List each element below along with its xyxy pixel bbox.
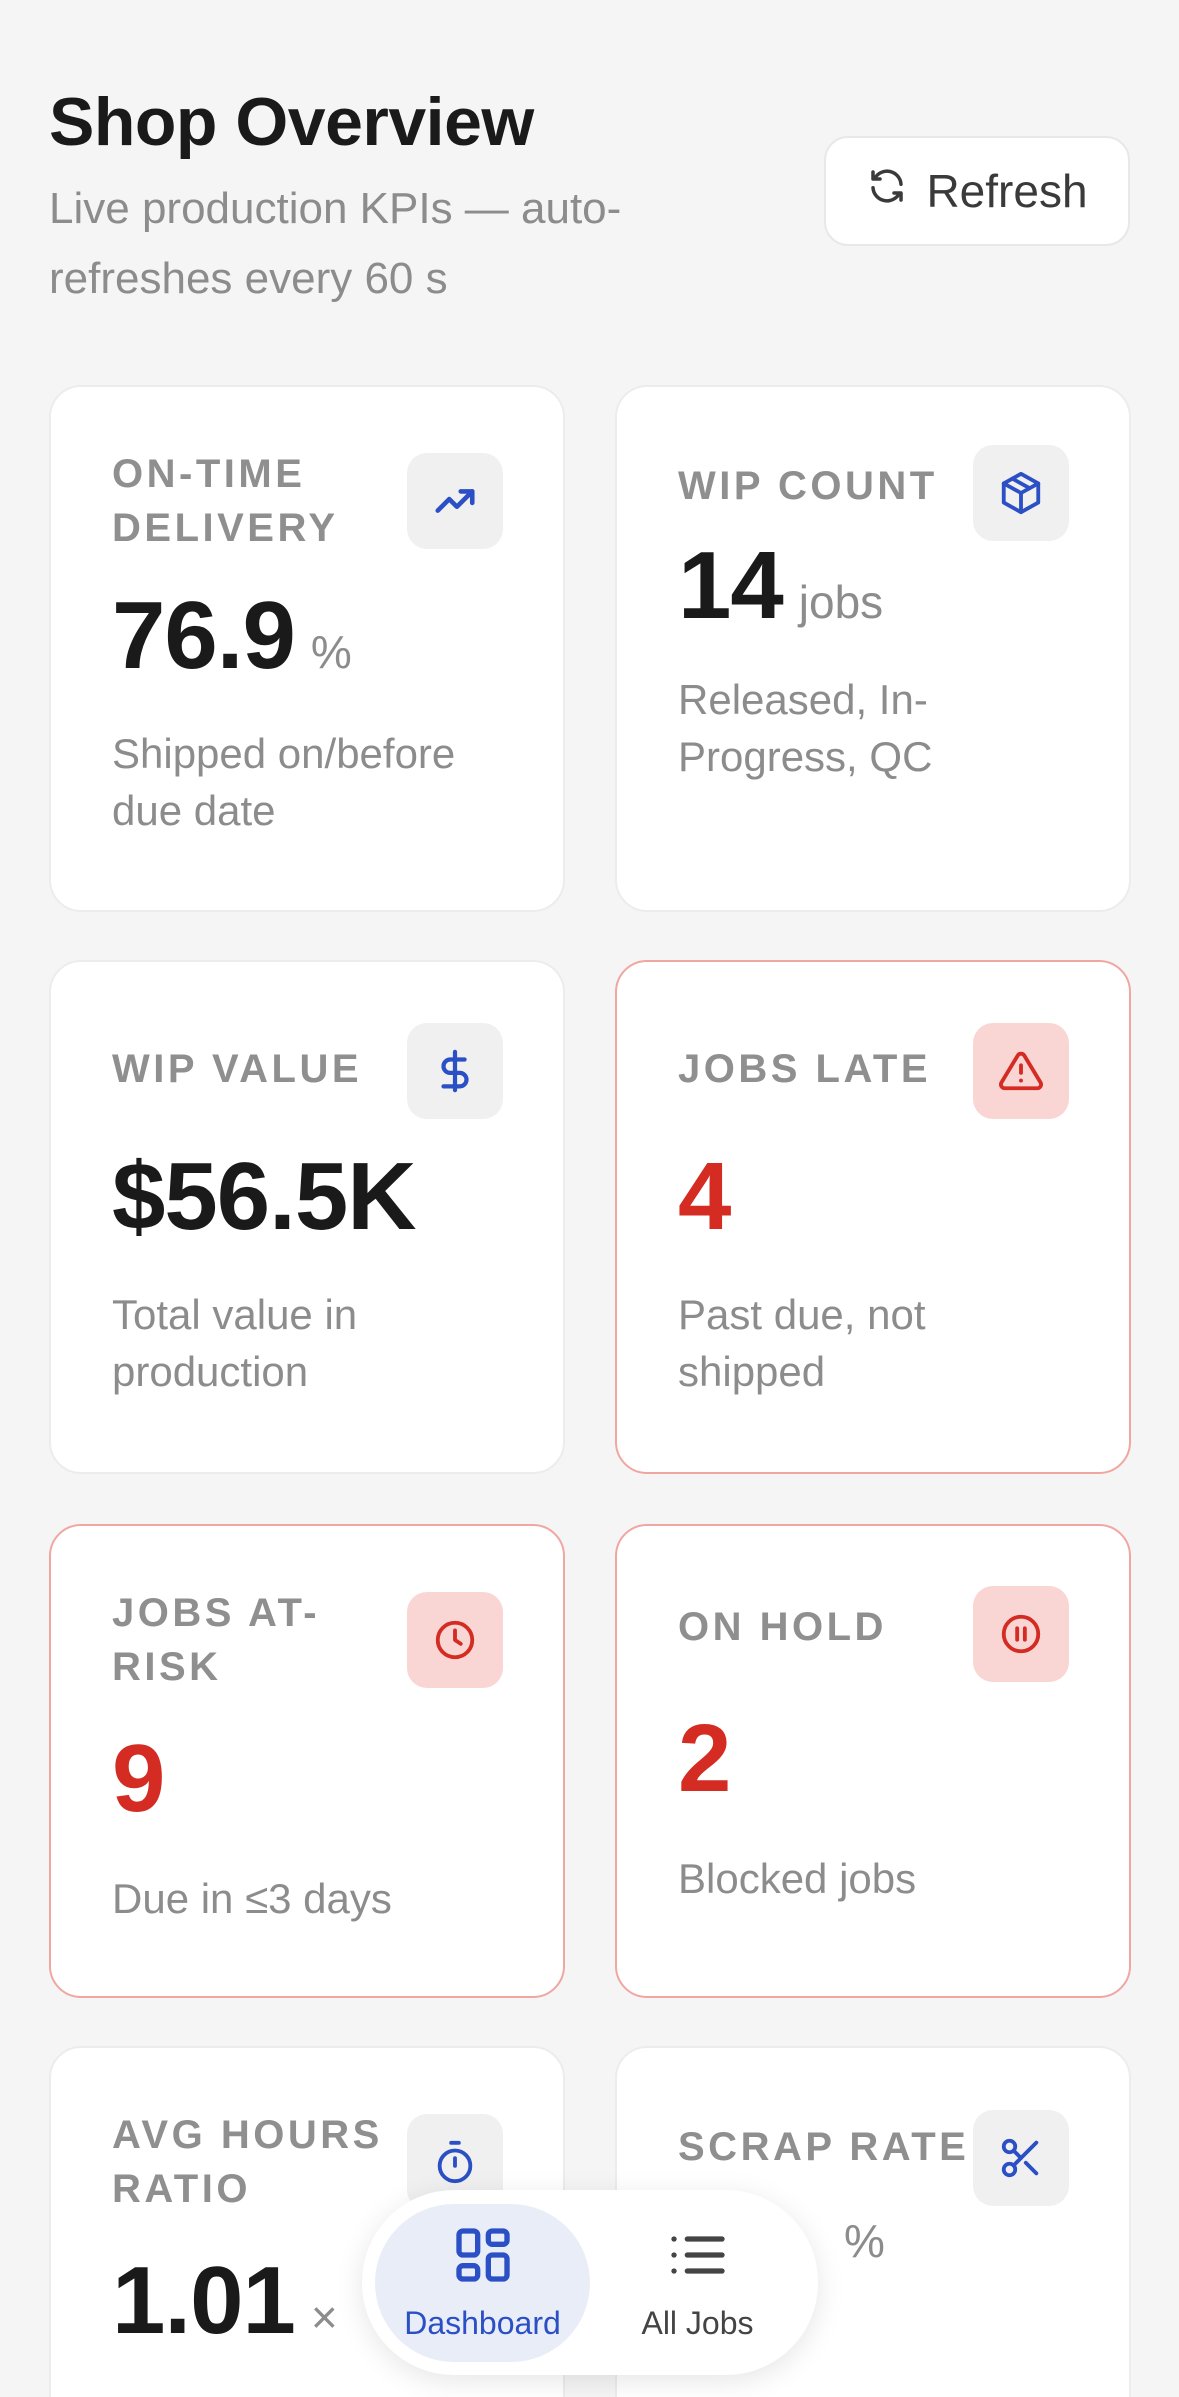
kpi-unit: % [844,2215,885,2267]
kpi-card-wip-value[interactable]: WIP VALUE $56.5K Total value in producti… [49,960,565,1474]
scissors-icon [973,2110,1069,2206]
kpi-unit: × [310,2291,338,2343]
refresh-button-label: Refresh [926,165,1088,217]
clock-icon [407,1592,503,1688]
kpi-card-jobs-at-risk[interactable]: JOBS AT-RISK 9 Due in ≤3 days [49,1524,565,1998]
kpi-value: 4 [678,1143,731,1250]
kpi-value: 76.9 [112,582,296,689]
nav-dashboard[interactable]: Dashboard [375,2203,590,2362]
kpi-card-wip-count[interactable]: WIP COUNT 14 jobs Released, In-Progress,… [615,385,1131,912]
package-icon [973,445,1069,541]
page-subtitle: Live production KPIs — auto-refreshes ev… [49,184,622,303]
nav-all-jobs-label: All Jobs [641,2305,754,2341]
kpi-value: 9 [112,1725,165,1832]
kpi-label: ON HOLD [678,1605,887,1649]
kpi-label: JOBS AT-RISK [112,1591,321,1689]
kpi-value: 14 [678,532,784,639]
nav-all-jobs[interactable]: All Jobs [590,2204,805,2362]
kpi-label: SCRAP RATE [678,2125,970,2169]
kpi-description: Total value in production [112,1291,358,1395]
kpi-label: ON-TIME DELIVERY [112,452,339,550]
kpi-unit: % [310,626,352,678]
page-header: Shop Overview Live production KPIs — aut… [49,80,1130,310]
kpi-description: Released, In-Progress, QC [678,676,933,780]
nav-dashboard-label: Dashboard [404,2305,561,2341]
kpi-card-on-time-delivery[interactable]: ON-TIME DELIVERY 76.9 % Shipped on/befor… [49,385,565,912]
refresh-button[interactable]: Refresh [824,136,1130,246]
warning-triangle-icon [973,1023,1069,1119]
dashboard-grid-icon [451,2223,515,2295]
kpi-description: Shipped on/before due date [112,730,456,834]
kpi-value: $56.5K [112,1143,417,1250]
kpi-value: 1.01 [112,2247,296,2354]
pause-circle-icon [973,1586,1069,1682]
dollar-icon [407,1023,503,1119]
kpi-unit: jobs [798,576,884,628]
kpi-description: Due in ≤3 days [112,1875,392,1922]
kpi-value: 2 [678,1705,731,1812]
refresh-icon [866,164,908,218]
kpi-label: JOBS LATE [678,1047,932,1091]
kpi-card-on-hold[interactable]: ON HOLD 2 Blocked jobs [615,1524,1131,1998]
kpi-label: WIP VALUE [112,1047,363,1091]
list-icon [666,2223,730,2295]
kpi-label: WIP COUNT [678,464,938,508]
bottom-nav: Dashboard All Jobs [362,2190,818,2375]
shop-overview-page: Shop Overview Live production KPIs — aut… [0,0,1179,2397]
kpi-card-jobs-late[interactable]: JOBS LATE 4 Past due, not shipped [615,960,1131,1474]
kpi-description: Past due, not shipped [678,1291,926,1395]
kpi-description: Blocked jobs [678,1855,917,1902]
kpi-label: AVG HOURS RATIO [112,2113,383,2211]
trending-up-icon [407,453,503,549]
